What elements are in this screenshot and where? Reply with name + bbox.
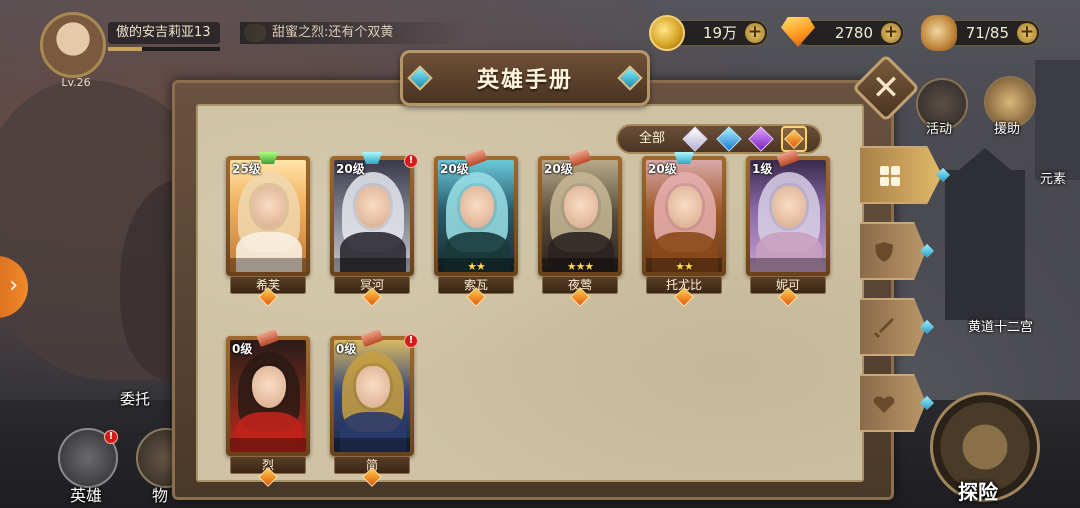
add-diamond-button[interactable]: + xyxy=(881,23,901,43)
hero-level: 0级 xyxy=(232,342,253,356)
hero-level: 0级 xyxy=(336,342,357,356)
heart-icon xyxy=(872,392,896,416)
grid-icon xyxy=(878,164,902,188)
stamina-value: 71/85 xyxy=(965,24,1009,42)
diamond-counter: 2780 + xyxy=(794,20,904,46)
hero-level: 20级 xyxy=(336,162,365,176)
hero-level: 20级 xyxy=(648,162,677,176)
background-castle xyxy=(945,170,1025,320)
purple-gem-icon[interactable] xyxy=(748,126,774,152)
element-label[interactable]: 元素 xyxy=(1040,168,1066,187)
hero-alert-icon: ! xyxy=(104,430,118,444)
hero-nav-label: 英雄 xyxy=(70,486,103,505)
sword-icon xyxy=(872,316,896,340)
hero-stars: ★★ xyxy=(467,260,486,273)
item-nav-label: 物 xyxy=(152,486,169,505)
hero-stars: ★★★ xyxy=(566,260,595,273)
gold-counter: 19万 + xyxy=(649,15,768,51)
hero-alert-icon: ! xyxy=(404,154,418,168)
commission-label[interactable]: 委托 xyxy=(120,388,150,409)
white-gem-icon[interactable] xyxy=(682,126,708,152)
hero-alert-icon: ! xyxy=(404,334,418,348)
hero-card[interactable]: 20级 冥河! xyxy=(330,152,418,307)
hero-level: 1级 xyxy=(752,162,773,176)
gold-coin-icon xyxy=(649,15,685,51)
add-stamina-button[interactable]: + xyxy=(1017,23,1037,43)
hero-card[interactable]: 1级 妮可 xyxy=(746,148,830,307)
chat-message[interactable]: 甜蜜之烈:还有个双黄 xyxy=(240,22,470,44)
shield-icon xyxy=(872,240,896,264)
hero-level: 20级 xyxy=(440,162,469,176)
activity-label: 活动 xyxy=(926,122,953,137)
player-level: Lv.26 xyxy=(61,76,91,89)
hero-card[interactable]: 25级 希芙 xyxy=(226,152,310,307)
player-avatar[interactable] xyxy=(40,12,106,78)
support-label: 援助 xyxy=(994,122,1021,137)
explore-label: 探险 xyxy=(958,480,998,504)
exp-bar xyxy=(108,47,220,51)
hero-card[interactable]: 20级 ★★★ 夜莺 xyxy=(538,148,622,307)
hero-level: 20级 xyxy=(544,162,573,176)
add-gold-button[interactable]: + xyxy=(745,23,765,43)
orange-gem-icon[interactable] xyxy=(781,126,807,152)
hero-card[interactable]: 20级 ★★ 托尤比 xyxy=(642,152,726,307)
stamina-bread-icon xyxy=(921,15,957,51)
zodiac-label[interactable]: 黄道十二宫 xyxy=(968,316,1033,335)
player-name: 傲的安吉莉亚13 xyxy=(108,22,220,44)
diamond-value: 2780 xyxy=(834,24,873,42)
hero-level: 25级 xyxy=(232,162,261,176)
panel-title: 英雄手册 xyxy=(476,68,573,93)
background-tower xyxy=(1035,60,1080,180)
gold-value: 19万 xyxy=(702,24,737,42)
filter-all-button[interactable]: 全部 xyxy=(630,124,674,154)
diamond-icon xyxy=(781,17,815,47)
hero-card[interactable]: 0级烈 xyxy=(226,328,310,487)
blue-gem-icon[interactable] xyxy=(716,126,742,152)
hero-stars: ★★ xyxy=(675,260,694,273)
hero-card[interactable]: 0级简! xyxy=(330,328,418,487)
stamina-counter: 71/85 + xyxy=(921,15,1040,51)
hero-card[interactable]: 20级 ★★ 索瓦 xyxy=(434,148,518,307)
close-icon[interactable]: ✕ xyxy=(862,64,910,112)
